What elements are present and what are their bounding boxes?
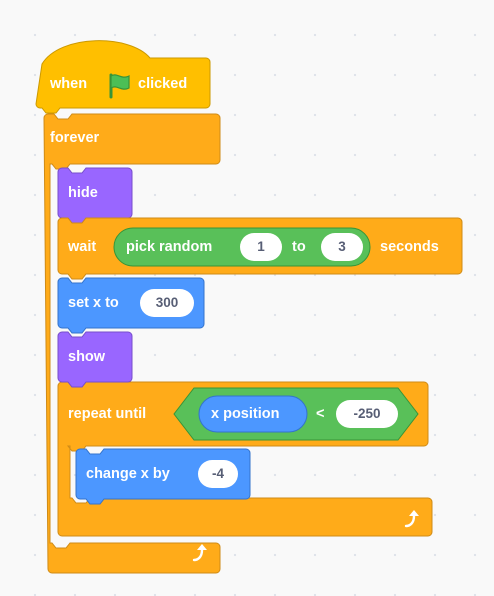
less-than-label: < (316, 406, 325, 422)
seconds-label: seconds (380, 239, 439, 255)
change-x-value-input[interactable]: -4 (198, 460, 238, 488)
change-x-by-label: change x by (86, 466, 170, 482)
when-label: when (50, 76, 88, 92)
show-label: show (68, 349, 106, 365)
compare-value-input[interactable]: -250 (336, 400, 398, 428)
set-x-to-label: set x to (68, 295, 119, 311)
code-area: when clicked forever hide wait pick rand… (0, 0, 494, 596)
to-label: to (292, 239, 306, 255)
x-position-label: x position (211, 406, 280, 422)
forever-label: forever (50, 130, 100, 146)
random-from-input[interactable]: 1 (240, 233, 282, 261)
pick-random-label: pick random (126, 239, 213, 255)
random-to-input[interactable]: 3 (321, 233, 363, 261)
wait-label: wait (68, 239, 97, 255)
repeat-until-label: repeat until (68, 406, 147, 422)
set-x-value-input[interactable]: 300 (140, 289, 194, 317)
hide-label: hide (68, 185, 98, 201)
clicked-label: clicked (138, 76, 188, 92)
